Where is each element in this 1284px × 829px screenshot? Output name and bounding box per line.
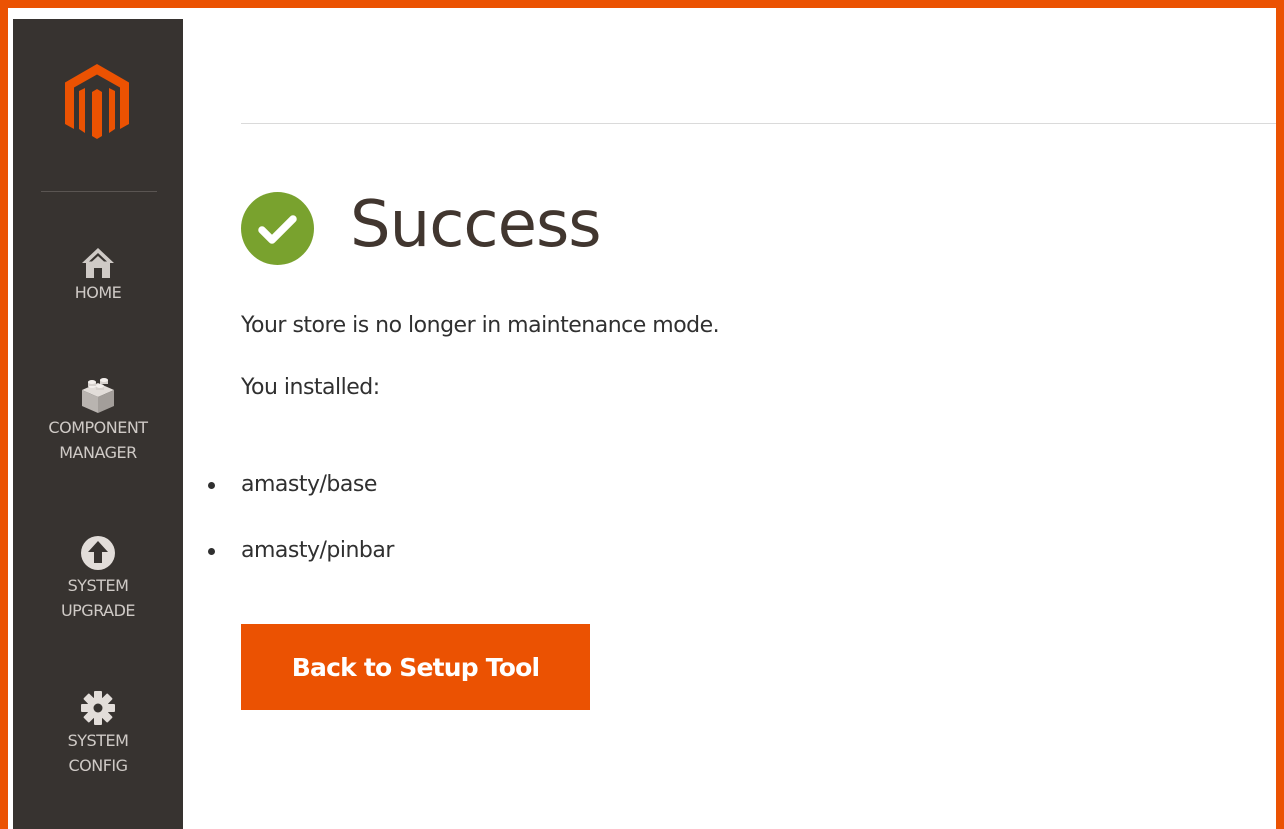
installed-packages-list: amasty/base amasty/pinbar — [208, 469, 394, 601]
sidebar-item-home[interactable]: HOME — [13, 246, 183, 305]
maintenance-message: Your store is no longer in maintenance m… — [241, 313, 720, 338]
sidebar-divider — [41, 191, 157, 192]
list-item: amasty/pinbar — [208, 535, 394, 601]
app-frame: HOME COMPONENT MANAGER SYSTEM UPGRADE SY… — [0, 0, 1284, 829]
success-check-icon — [241, 192, 314, 265]
sidebar: HOME COMPONENT MANAGER SYSTEM UPGRADE SY… — [13, 19, 183, 829]
list-bullet — [208, 482, 215, 489]
sidebar-item-label: SYSTEM — [67, 576, 129, 595]
home-icon — [82, 248, 114, 278]
sidebar-item-label: HOME — [74, 283, 122, 302]
page-title: Success — [350, 188, 602, 262]
sidebar-item-label: COMPONENT — [48, 418, 148, 437]
sidebar-item-component-manager[interactable]: COMPONENT MANAGER — [13, 375, 183, 465]
upload-arrow-icon — [81, 536, 115, 570]
header-divider — [241, 123, 1276, 124]
sidebar-item-system-upgrade[interactable]: SYSTEM UPGRADE — [13, 533, 183, 623]
sidebar-item-label: MANAGER — [59, 443, 137, 462]
sidebar-item-label: SYSTEM — [67, 731, 129, 750]
main-content: Success Your store is no longer in maint… — [183, 19, 1276, 829]
back-to-setup-tool-button[interactable]: Back to Setup Tool — [241, 624, 590, 710]
package-name: amasty/base — [241, 472, 377, 497]
sidebar-item-label: UPGRADE — [60, 601, 136, 620]
gear-icon — [81, 691, 115, 725]
magento-logo-icon[interactable] — [65, 64, 129, 142]
package-name: amasty/pinbar — [241, 538, 394, 563]
component-cube-icon — [82, 378, 114, 413]
sidebar-item-system-config[interactable]: SYSTEM CONFIG — [13, 688, 183, 778]
sidebar-item-label: CONFIG — [68, 756, 128, 775]
list-bullet — [208, 548, 215, 555]
list-item: amasty/base — [208, 469, 394, 535]
installed-label: You installed: — [241, 375, 380, 400]
